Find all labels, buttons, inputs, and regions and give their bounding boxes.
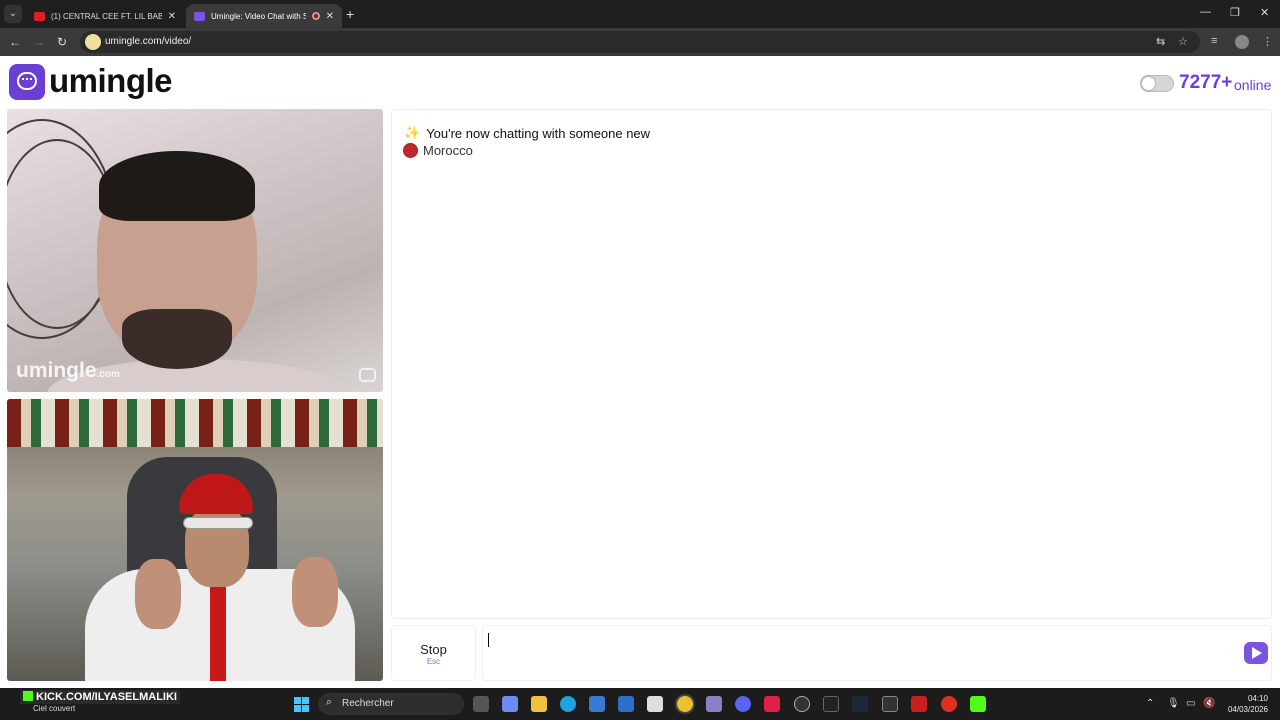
watermark-main: umingle bbox=[16, 359, 97, 382]
outlook-icon[interactable] bbox=[618, 696, 634, 712]
gamepad-icon[interactable] bbox=[706, 696, 722, 712]
close-tab-icon[interactable]: ✕ bbox=[326, 11, 334, 22]
task-view-icon[interactable] bbox=[473, 696, 489, 712]
remote-video: umingle.com bbox=[7, 109, 383, 392]
stop-label: Stop bbox=[420, 642, 447, 657]
profile-avatar[interactable] bbox=[1235, 35, 1249, 49]
tab-youtube[interactable]: (1) CENTRAL CEE FT. LIL BABY - ✕ bbox=[26, 4, 184, 28]
mail-icon[interactable] bbox=[823, 696, 839, 712]
stop-shortcut: Esc bbox=[426, 657, 441, 666]
online-label: online bbox=[1234, 77, 1272, 93]
steam-icon[interactable] bbox=[852, 696, 868, 712]
watermark-tld: .com bbox=[96, 369, 120, 380]
status-message-text: You're now chatting with someone new bbox=[426, 125, 651, 141]
weather-text[interactable]: Ciel couvert bbox=[33, 704, 75, 713]
reload-button[interactable]: ↻ bbox=[57, 35, 67, 49]
obs-icon[interactable] bbox=[794, 696, 810, 712]
forward-button[interactable]: → bbox=[33, 35, 45, 49]
local-video bbox=[7, 399, 383, 681]
site-info-icon[interactable] bbox=[85, 34, 101, 50]
chat-log: ✨ You're now chatting with someone new M… bbox=[391, 109, 1272, 619]
menu-icon[interactable]: ⋮ bbox=[1262, 35, 1273, 48]
epic-games-icon[interactable] bbox=[882, 696, 898, 712]
taskbar-search[interactable]: ⌕ Rechercher bbox=[318, 693, 464, 715]
umingle-icon bbox=[194, 11, 205, 21]
minimize-button[interactable]: — bbox=[1200, 6, 1211, 18]
stop-button[interactable]: Stop Esc bbox=[391, 625, 476, 681]
morocco-flag-icon bbox=[403, 143, 418, 158]
close-tab-icon[interactable]: ✕ bbox=[168, 11, 176, 22]
translate-icon[interactable]: ⇆ bbox=[1156, 35, 1165, 48]
clock-time: 04:10 bbox=[1247, 694, 1268, 703]
youtube-icon bbox=[34, 11, 45, 21]
chat-bubble-icon bbox=[359, 368, 376, 382]
snipping-tool-icon[interactable] bbox=[647, 696, 663, 712]
umingle-logo-icon[interactable] bbox=[9, 64, 45, 100]
file-explorer-icon[interactable] bbox=[531, 696, 547, 712]
kick-icon bbox=[23, 691, 33, 701]
windows-taskbar: KICK.COM/ILYASELMALIKI Ciel couvert ⌕ Re… bbox=[0, 688, 1280, 720]
microphone-icon[interactable]: 🎙 bbox=[1167, 698, 1180, 709]
tab-title: Umingle: Video Chat with S bbox=[211, 11, 306, 21]
theme-toggle[interactable] bbox=[1140, 75, 1174, 92]
maximize-button[interactable]: ❐ bbox=[1230, 6, 1240, 19]
country-name: Morocco bbox=[423, 143, 473, 158]
message-input[interactable] bbox=[482, 625, 1272, 681]
copilot-icon[interactable] bbox=[502, 696, 518, 712]
tab-title: (1) CENTRAL CEE FT. LIL BABY - bbox=[51, 11, 162, 21]
search-icon: ⌕ bbox=[326, 696, 333, 708]
back-button[interactable]: ← bbox=[9, 35, 21, 49]
send-button[interactable] bbox=[1244, 642, 1268, 664]
adobe-icon[interactable] bbox=[764, 696, 780, 712]
search-placeholder: Rechercher bbox=[342, 698, 394, 709]
text-caret bbox=[488, 633, 489, 647]
stream-overlay: KICK.COM/ILYASELMALIKI bbox=[20, 690, 180, 704]
umingle-watermark: umingle.com bbox=[16, 359, 120, 383]
browser-toolbar: ← → ↻ umingle.com/video/ ⇆ ☆ ≡ ⋮ bbox=[0, 28, 1280, 56]
kick-app-icon[interactable] bbox=[970, 696, 986, 712]
clock-date: 04/03/2026 bbox=[1227, 705, 1268, 714]
tray-overflow-icon[interactable]: ⌃ bbox=[1146, 698, 1154, 709]
address-bar[interactable]: umingle.com/video/ bbox=[80, 31, 1200, 53]
tab-search-button[interactable]: ⌄ bbox=[4, 5, 22, 23]
status-message: ✨ You're now chatting with someone new bbox=[404, 125, 650, 141]
tab-umingle[interactable]: Umingle: Video Chat with S ✕ bbox=[186, 4, 342, 28]
stream-overlay-text: KICK.COM/ILYASELMALIKI bbox=[36, 691, 177, 703]
url-text: umingle.com/video/ bbox=[105, 36, 192, 47]
country-info: Morocco bbox=[403, 143, 473, 158]
bookmark-star-icon[interactable]: ☆ bbox=[1178, 35, 1188, 48]
sparkles-icon: ✨ bbox=[404, 125, 421, 140]
recording-icon bbox=[311, 12, 320, 20]
video-app-icon[interactable] bbox=[911, 696, 927, 712]
edge-icon[interactable] bbox=[560, 696, 576, 712]
start-button[interactable] bbox=[294, 697, 309, 712]
close-window-button[interactable]: ✕ bbox=[1260, 6, 1269, 19]
speaker-muted-icon[interactable]: 🔇 bbox=[1203, 698, 1215, 709]
logo-text[interactable]: umingle bbox=[49, 62, 173, 100]
browser-tab-bar: ⌄ (1) CENTRAL CEE FT. LIL BABY - ✕ Uming… bbox=[0, 0, 1280, 28]
store-icon[interactable] bbox=[589, 696, 605, 712]
online-count: 7277+ bbox=[1179, 72, 1233, 93]
display-icon[interactable]: ▭ bbox=[1186, 698, 1195, 709]
system-clock[interactable]: 04:10 04/03/2026 bbox=[1226, 693, 1268, 715]
opera-gx-icon[interactable] bbox=[941, 696, 957, 712]
new-tab-button[interactable]: + bbox=[346, 6, 354, 22]
chrome-icon[interactable] bbox=[677, 696, 693, 712]
media-control-icon[interactable]: ≡ bbox=[1211, 35, 1217, 47]
discord-icon[interactable] bbox=[735, 696, 751, 712]
